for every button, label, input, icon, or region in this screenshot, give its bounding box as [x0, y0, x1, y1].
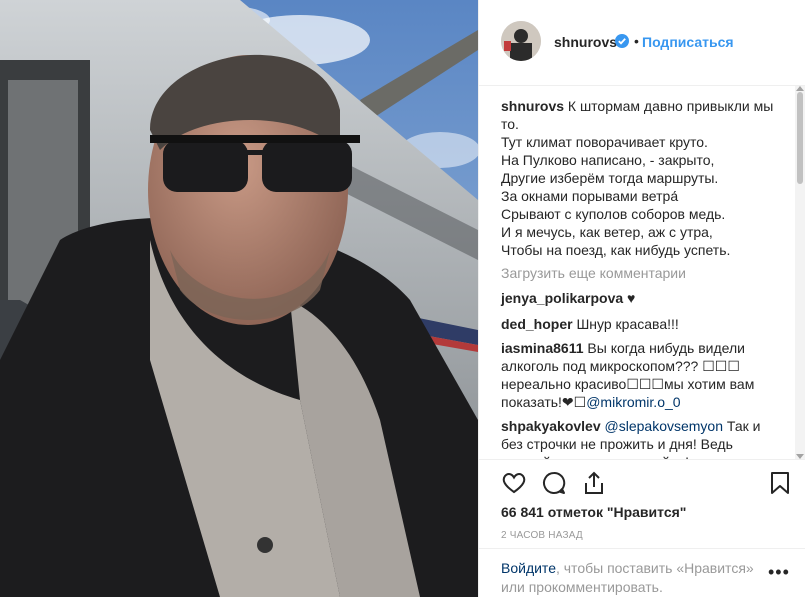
- heart-icon[interactable]: [501, 470, 527, 496]
- selfie-image: [0, 0, 478, 597]
- load-more-comments-button[interactable]: Загрузить еще комментарии: [501, 264, 686, 282]
- comments-scrollbar[interactable]: [795, 86, 805, 459]
- comment: iasmina8611 Вы когда нибудь видели алког…: [501, 339, 781, 411]
- avatar[interactable]: [501, 21, 541, 61]
- comments-list[interactable]: shnurovs К штормам давно привыкли мы то.…: [479, 86, 793, 459]
- more-options-icon[interactable]: •••: [768, 563, 790, 581]
- comment-username[interactable]: jenya_polikarpova: [501, 290, 623, 306]
- follow-button[interactable]: Подписаться: [642, 34, 734, 50]
- comment-icon[interactable]: [541, 470, 567, 496]
- comment-username[interactable]: shpakyakovlev: [501, 418, 601, 434]
- header-separator: •: [634, 33, 639, 49]
- post-sidebar: shnurovs • Подписаться shnurovs К шторма…: [478, 0, 805, 597]
- verified-badge-icon: [615, 34, 629, 48]
- login-footer: Войдите, чтобы поставить «Нравится» или …: [479, 548, 805, 597]
- login-link[interactable]: Войдите: [501, 560, 556, 576]
- comment: ded_hoper Шнур красава!!!: [501, 315, 781, 333]
- share-icon[interactable]: [581, 470, 607, 496]
- caption-text: К штормам давно привыкли мы то. Тут клим…: [501, 98, 774, 258]
- caption: shnurovs К штормам давно привыкли мы то.…: [501, 97, 781, 259]
- comment-username[interactable]: iasmina8611: [501, 340, 584, 356]
- comment-username[interactable]: ded_hoper: [501, 316, 573, 332]
- likes-count[interactable]: 66 841 отметок "Нравится": [501, 504, 686, 520]
- post-timestamp[interactable]: 2 ЧАСОВ НАЗАД: [501, 530, 583, 541]
- avatar-image: [501, 21, 541, 61]
- scrollbar-thumb[interactable]: [797, 92, 803, 184]
- comment-mention[interactable]: @mikromir.o_0: [586, 394, 680, 410]
- post-header: shnurovs • Подписаться: [479, 0, 805, 86]
- action-bar: [479, 459, 805, 503]
- comment: shpakyakovlev @slepakovsemyon Так и без …: [501, 417, 781, 459]
- comment-text: Шнур красава!!!: [572, 316, 679, 332]
- header-username[interactable]: shnurovs: [554, 34, 617, 50]
- comment: jenya_polikarpova ♥: [501, 289, 781, 307]
- comment-text: ♥: [623, 290, 636, 306]
- scroll-up-arrow-icon[interactable]: [796, 86, 804, 91]
- bookmark-icon[interactable]: [767, 470, 793, 496]
- caption-username[interactable]: shnurovs: [501, 98, 564, 114]
- comment-mention[interactable]: @slepakovsemyon: [605, 418, 724, 434]
- post-photo[interactable]: [0, 0, 478, 597]
- login-prompt: Войдите, чтобы поставить «Нравится» или …: [501, 559, 761, 597]
